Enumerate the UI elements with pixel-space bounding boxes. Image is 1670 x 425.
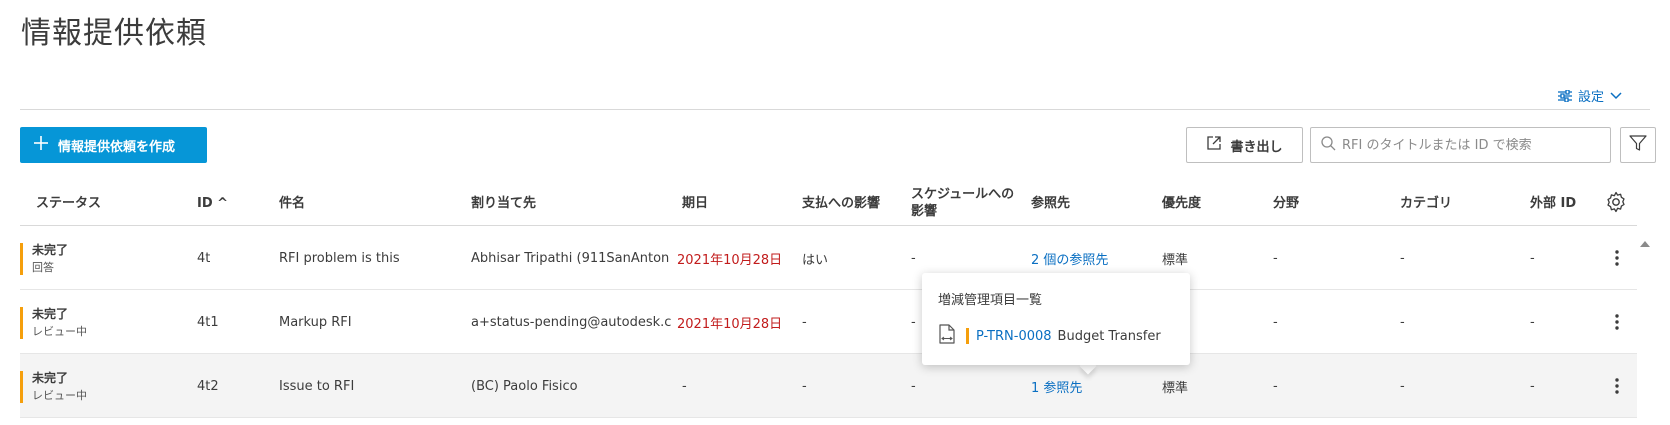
external-id-cell: - <box>1530 378 1535 394</box>
external-id-cell: - <box>1530 250 1535 266</box>
change-item-code-link[interactable]: P-TRN-0008 <box>976 329 1052 344</box>
external-id-cell: - <box>1530 314 1535 330</box>
status-cell: 未完了 レビュー中 <box>32 354 87 418</box>
filter-button[interactable] <box>1620 127 1656 163</box>
column-settings-gear-icon[interactable] <box>1605 191 1627 217</box>
chevron-down-icon <box>1610 91 1622 100</box>
export-button[interactable]: 書き出し <box>1186 127 1303 163</box>
more-vertical-icon[interactable] <box>1605 226 1629 290</box>
discipline-cell: - <box>1273 314 1278 330</box>
id-cell: 4t1 <box>197 314 219 330</box>
change-item-accent <box>966 328 969 344</box>
change-item[interactable]: P-TRN-0008 Budget Transfer <box>938 324 1174 348</box>
column-header-assignee[interactable]: 割り当て先 <box>471 180 536 226</box>
column-header-cost-impact[interactable]: 支払への影響 <box>802 180 880 226</box>
status-label: 未完了 <box>32 371 69 385</box>
status-indicator <box>20 371 23 403</box>
schedule-impact-cell: - <box>911 250 916 266</box>
status-cell: 未完了 回答 <box>32 226 68 290</box>
column-header-references[interactable]: 参照先 <box>1031 180 1070 226</box>
status-sublabel: レビュー中 <box>32 389 87 402</box>
filter-icon <box>1629 134 1647 156</box>
export-icon <box>1206 135 1222 155</box>
status-cell: 未完了 レビュー中 <box>32 290 87 354</box>
page-title: 情報提供依頼 <box>21 16 207 51</box>
column-header-category[interactable]: カテゴリ <box>1400 180 1452 226</box>
category-cell: - <box>1400 378 1405 394</box>
column-header-id[interactable]: ID ^ <box>197 180 228 226</box>
category-cell: - <box>1400 314 1405 330</box>
search-icon <box>1321 135 1336 155</box>
column-header-external-id[interactable]: 外部 ID <box>1530 180 1576 226</box>
popover-title: 増減管理項目一覧 <box>938 293 1043 308</box>
column-header-priority[interactable]: 優先度 <box>1162 180 1201 226</box>
search-field[interactable] <box>1310 127 1611 163</box>
discipline-cell: - <box>1273 250 1278 266</box>
id-cell: 4t <box>197 250 211 266</box>
subject-cell: Issue to RFI <box>279 378 355 394</box>
create-rfi-label: 情報提供依頼を作成 <box>58 139 176 155</box>
assignee-cell: Abhisar Tripathi (911SanAnton <box>471 250 670 266</box>
schedule-impact-cell: - <box>911 314 916 330</box>
cost-impact-cell: - <box>802 314 807 330</box>
status-indicator <box>20 307 23 339</box>
status-sublabel: レビュー中 <box>32 325 87 338</box>
column-header-discipline[interactable]: 分野 <box>1273 180 1299 226</box>
rfi-table: ステータス ID ^ 件名 割り当て先 期日 支払への影響 スケジュールへの影響… <box>20 180 1637 418</box>
status-sublabel: 回答 <box>32 261 54 274</box>
settings-sliders-icon <box>1557 89 1572 102</box>
due-date-cell: 2021年10月28日 <box>677 316 783 332</box>
due-date-cell: 2021年10月28日 <box>677 252 783 268</box>
column-header-due[interactable]: 期日 <box>682 180 708 226</box>
status-indicator <box>20 243 23 275</box>
column-header-schedule-impact[interactable]: スケジュールへの影響 <box>911 180 1019 226</box>
table-row[interactable]: 未完了 レビュー中 4t2 Issue to RFI (BC) Paolo Fi… <box>20 354 1637 418</box>
document-icon <box>938 324 956 348</box>
search-input[interactable] <box>1342 137 1602 153</box>
status-label: 未完了 <box>32 307 69 321</box>
discipline-cell: - <box>1273 378 1278 394</box>
assignee-cell: a+status-pending@autodesk.c <box>471 314 672 330</box>
more-vertical-icon[interactable] <box>1605 354 1629 418</box>
change-item-name: Budget Transfer <box>1057 328 1161 344</box>
column-header-status[interactable]: ステータス <box>36 180 101 226</box>
cost-impact-cell: はい <box>802 252 829 268</box>
scroll-up-icon[interactable] <box>1640 232 1650 251</box>
subject-cell: RFI problem is this <box>279 250 400 266</box>
change-items-popover: 増減管理項目一覧 P-TRN-0008 Budget Transfer <box>922 273 1190 365</box>
create-rfi-button[interactable]: 情報提供依頼を作成 <box>20 127 207 163</box>
due-date-cell: - <box>682 378 687 394</box>
cost-impact-cell: - <box>802 378 807 394</box>
settings-label: 設定 <box>1577 90 1604 105</box>
export-label: 書き出し <box>1230 139 1283 155</box>
plus-icon <box>34 136 48 154</box>
category-cell: - <box>1400 250 1405 266</box>
more-vertical-icon[interactable] <box>1605 290 1629 354</box>
table-header: ステータス ID ^ 件名 割り当て先 期日 支払への影響 スケジュールへの影響… <box>20 180 1637 226</box>
assignee-cell: (BC) Paolo Fisico <box>471 378 578 394</box>
status-label: 未完了 <box>32 243 69 257</box>
table-row[interactable]: 未完了 回答 4t RFI problem is this Abhisar Tr… <box>20 226 1637 290</box>
table-row[interactable]: 未完了 レビュー中 4t1 Markup RFI a+status-pendin… <box>20 290 1637 354</box>
settings-dropdown[interactable]: 設定 <box>1557 86 1622 105</box>
column-header-subject[interactable]: 件名 <box>279 180 305 226</box>
id-cell: 4t2 <box>197 378 219 394</box>
subject-cell: Markup RFI <box>279 314 352 330</box>
schedule-impact-cell: - <box>911 378 916 394</box>
header-divider <box>20 109 1650 110</box>
